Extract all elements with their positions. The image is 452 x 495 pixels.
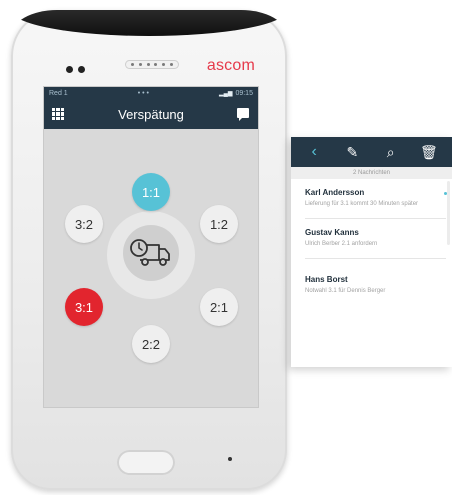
page-title: Verspätung (118, 106, 184, 122)
message-preview: Notwahl 3.1 für Dennis Berger (305, 288, 386, 294)
microphone-icon (228, 457, 232, 461)
priority-button-1-1[interactable]: 1:1 (132, 173, 170, 211)
priority-button-2-1[interactable]: 2:1 (200, 288, 238, 326)
chat-icon[interactable] (237, 108, 249, 121)
phone-top-cap (11, 10, 287, 36)
priority-button-3-1[interactable]: 3:1 (65, 288, 103, 326)
priority-button-3-2[interactable]: 3:2 (65, 205, 103, 243)
brand-logo: ascom (206, 57, 255, 74)
delivery-hub[interactable] (123, 225, 179, 281)
sender-name: Hans Borst (305, 275, 348, 284)
panel-toolbar: ‹ ✎ ⌕ 🗑 (291, 137, 452, 167)
list-item[interactable]: Karl Andersson Lieferung für 3.1 kommt 3… (291, 179, 452, 219)
clock-label: 09:15 (235, 89, 253, 97)
compose-icon[interactable]: ✎ (340, 144, 364, 161)
delivery-truck-clock-icon (130, 239, 170, 266)
sender-name: Gustav Kanns (305, 228, 359, 237)
trash-icon[interactable]: 🗑 (417, 144, 441, 161)
priority-button-2-2[interactable]: 2:2 (132, 325, 170, 363)
message-preview: Ulrich Berber 2.1 anfordern (305, 241, 378, 247)
phone-screen: Red 1 • • • ▂▄▆ 09:15 Verspätung 1:1 1:2… (43, 86, 259, 408)
carrier-label: Red 1 (49, 89, 68, 97)
status-dots: • • • (137, 89, 149, 97)
unread-dot-icon (444, 192, 447, 195)
app-bar: Verspätung (44, 99, 258, 129)
signal-icon: ▂▄▆ (218, 90, 233, 97)
priority-button-1-2[interactable]: 1:2 (200, 205, 238, 243)
status-bar: Red 1 • • • ▂▄▆ 09:15 (44, 87, 258, 99)
message-preview: Lieferung für 3.1 kommt 30 Minuten späte… (305, 201, 419, 207)
sensor-icon (78, 66, 85, 73)
earpiece-speaker (125, 60, 179, 69)
list-item[interactable]: Gustav Kanns Ulrich Berber 2.1 anfordern (291, 219, 452, 259)
list-item[interactable]: Hans Borst Notwahl 3.1 für Dennis Berger (291, 259, 452, 295)
phone-device: ascom Red 1 • • • ▂▄▆ 09:15 Verspätung 1… (11, 10, 287, 490)
status-right: ▂▄▆ 09:15 (219, 90, 253, 97)
panel-subheader: 2 Nachrichten (291, 167, 452, 179)
sender-name: Karl Andersson (305, 188, 365, 197)
front-camera-icon (66, 66, 73, 73)
message-list-panel: ‹ ✎ ⌕ 🗑 2 Nachrichten Karl Andersson Lie… (291, 137, 452, 367)
search-icon[interactable]: ⌕ (379, 144, 403, 161)
home-button[interactable] (117, 450, 175, 475)
back-icon[interactable]: ‹ (302, 143, 326, 161)
priority-dial: 1:1 1:2 2:1 2:2 3:1 3:2 (44, 129, 258, 405)
grid-icon[interactable] (52, 108, 64, 120)
